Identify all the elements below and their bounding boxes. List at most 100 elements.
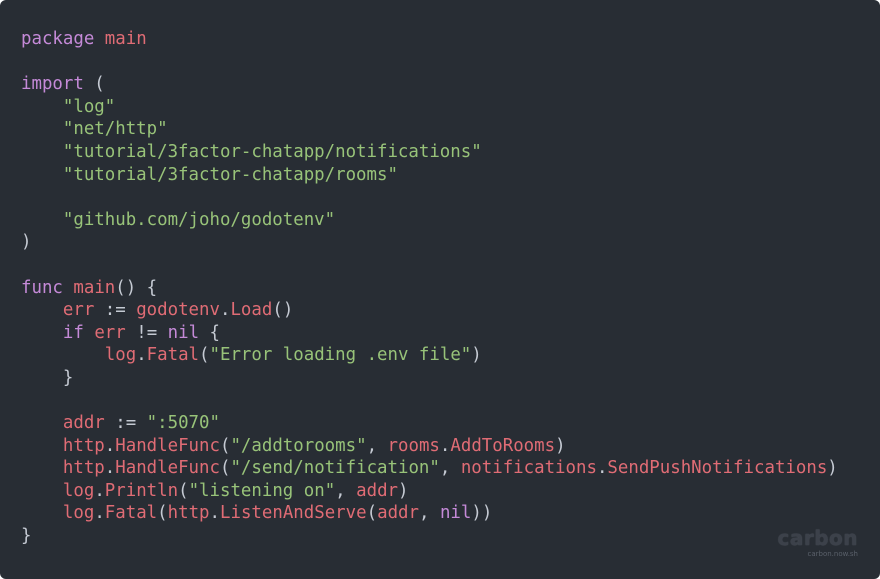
code-token-ident: log (104, 345, 137, 366)
code-token-ident: HandleFunc (115, 458, 220, 479)
code-token-plain: , (335, 480, 357, 501)
code-token-string: "/addtorooms" (230, 435, 367, 456)
code-token-plain: ( (83, 74, 105, 95)
code-token-ident: main (73, 277, 116, 298)
code-token-plain: ) (555, 435, 566, 456)
code-line: ) (21, 231, 838, 254)
code-token-ident: Load (230, 300, 273, 321)
code-token-ident: rooms (387, 435, 440, 456)
code-token-plain: ( (199, 345, 210, 366)
code-token-string: ":5070" (146, 413, 220, 434)
carbon-watermark: carbon carbon.now.sh (777, 528, 858, 559)
code-token-plain: . (209, 503, 221, 524)
code-token-keyword: nil (439, 503, 472, 524)
code-token-keyword: import (21, 74, 84, 95)
code-token-plain: )) (471, 503, 493, 524)
code-token-plain: . (94, 480, 105, 501)
code-token-ident: AddToRooms (450, 435, 556, 456)
code-line: http.HandleFunc("/addtorooms", rooms.Add… (21, 435, 838, 458)
code-token-ident: Fatal (146, 345, 200, 366)
code-line: log.Fatal(http.ListenAndServe(addr, nil)… (21, 502, 838, 525)
code-token-ident: addr (62, 413, 105, 434)
code-token-plain: ( (178, 480, 189, 501)
code-line: addr := ":5070" (21, 412, 838, 435)
code-line: "tutorial/3factor-chatapp/notifications" (21, 141, 838, 164)
code-line: log.Println("listening on", addr) (21, 480, 838, 503)
code-token-plain: := (94, 300, 137, 321)
code-token-string: "listening on" (188, 480, 336, 501)
code-token-ident: log (62, 480, 95, 501)
code-token-string: "/send/notification" (230, 458, 440, 479)
code-token-ident: Println (104, 480, 179, 501)
code-line: log.Fatal("Error loading .env file") (21, 344, 838, 367)
carbon-url: carbon.now.sh (807, 550, 858, 558)
code-line: import ( (21, 73, 838, 96)
code-token-string: "log" (62, 96, 116, 117)
code-token-keyword: func (21, 277, 63, 298)
code-token-plain: ( (219, 458, 231, 479)
code-token-plain: ) (398, 480, 409, 501)
code-window: package main import ( "log" "net/http" "… (0, 0, 880, 579)
code-token-plain: , (418, 503, 440, 524)
code-token-ident: http (167, 503, 210, 524)
code-block: package main import ( "log" "net/http" "… (21, 28, 838, 548)
code-token-ident: ListenAndServe (220, 503, 367, 524)
code-line: err := godotenv.Load() (21, 299, 838, 322)
code-token-plain: . (136, 345, 147, 366)
code-token-plain: := (104, 413, 147, 434)
code-token-plain: . (439, 435, 451, 456)
code-token-ident: main (104, 29, 147, 49)
carbon-logo: carbon (777, 526, 858, 550)
code-token-plain: ( (157, 503, 168, 524)
code-token-ident: http (62, 435, 105, 456)
code-token-plain: ) (21, 232, 32, 253)
code-token-string: "Error loading .env file" (209, 345, 472, 366)
code-token-keyword: nil (167, 322, 200, 343)
code-line: } (21, 367, 838, 390)
code-token-plain: ) (827, 458, 838, 479)
code-line: "net/http" (21, 118, 838, 141)
code-token-ident: err (94, 322, 126, 343)
code-token-string: "tutorial/3factor-chatapp/notifications" (62, 141, 482, 162)
code-line: "log" (21, 96, 838, 119)
code-line: package main (21, 28, 838, 51)
code-line: } (21, 525, 838, 548)
code-token-plain: () { (115, 277, 158, 298)
code-token-plain: . (94, 503, 105, 524)
code-token-plain: { (199, 322, 221, 343)
code-token-ident: Fatal (104, 503, 158, 524)
code-token-plain: . (219, 300, 231, 321)
code-line: "tutorial/3factor-chatapp/rooms" (21, 164, 838, 187)
code-token-plain: . (596, 458, 608, 479)
code-token-plain: } (21, 367, 74, 388)
code-token-plain: . (104, 458, 116, 479)
code-token-string: "github.com/joho/godotenv" (62, 209, 336, 230)
code-token-string: "tutorial/3factor-chatapp/rooms" (62, 164, 398, 185)
code-token-ident: log (62, 503, 95, 524)
code-token-string: "net/http" (62, 119, 168, 140)
code-line: func main() { (21, 277, 838, 300)
code-token-ident: err (62, 300, 95, 321)
code-token-plain: , (366, 435, 388, 456)
code-token-ident: addr (356, 480, 399, 501)
code-line: if err != nil { (21, 322, 838, 345)
code-token-keyword: if (62, 322, 84, 343)
code-token-ident: HandleFunc (115, 435, 220, 456)
